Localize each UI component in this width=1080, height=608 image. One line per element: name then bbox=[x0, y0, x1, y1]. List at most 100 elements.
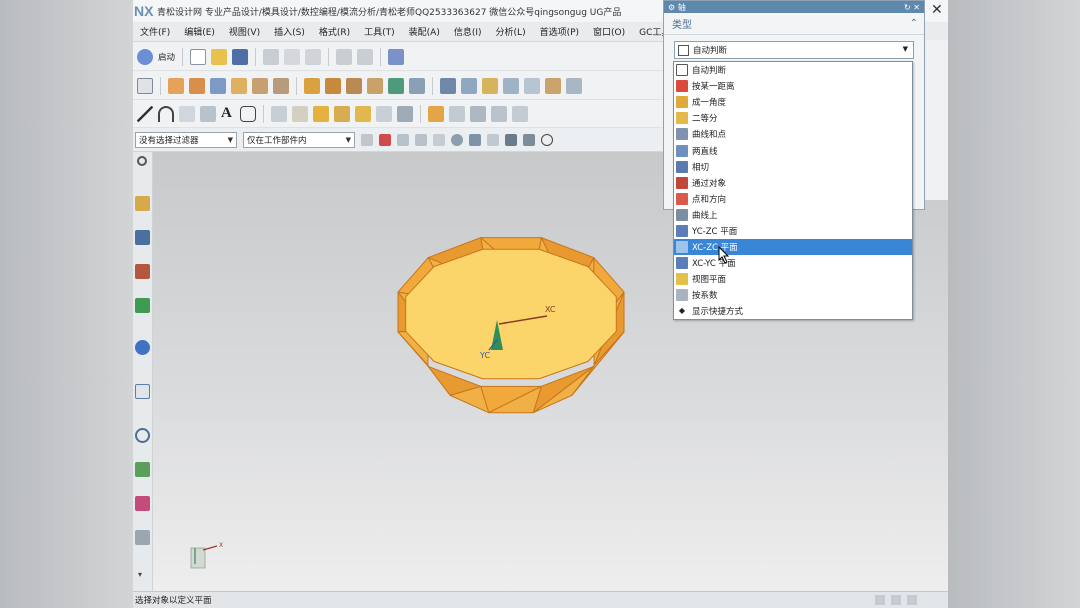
constraint-navigator-icon[interactable] bbox=[135, 230, 150, 245]
edge-blend-icon[interactable] bbox=[440, 77, 456, 94]
menu-window[interactable]: 窗口(O) bbox=[586, 25, 632, 38]
option-view-plane[interactable]: 视图平面 bbox=[674, 271, 912, 287]
assembly-navigator-icon[interactable] bbox=[135, 196, 150, 211]
option-at-angle[interactable]: 成一角度 bbox=[674, 94, 912, 110]
curve-rule-icon[interactable] bbox=[397, 133, 409, 146]
intersect-icon[interactable] bbox=[367, 77, 383, 94]
menu-tools[interactable]: 工具(T) bbox=[357, 25, 402, 38]
menu-edit[interactable]: 编辑(E) bbox=[177, 25, 222, 38]
sketch-icon[interactable] bbox=[137, 77, 153, 94]
rectangle-icon[interactable] bbox=[271, 105, 287, 122]
polygon-bowl-model[interactable] bbox=[397, 237, 625, 414]
copy-icon[interactable] bbox=[284, 48, 301, 65]
polygon-icon[interactable] bbox=[240, 105, 256, 122]
option-xc-yc-plane[interactable]: XC-YC 平面 bbox=[674, 255, 912, 271]
subtract-icon[interactable] bbox=[346, 77, 362, 94]
split-body-icon[interactable] bbox=[409, 77, 425, 94]
datum-plane-icon[interactable] bbox=[304, 77, 320, 94]
text-icon[interactable]: A bbox=[221, 105, 235, 122]
command-finder-icon[interactable] bbox=[388, 48, 405, 65]
open-folder-icon[interactable] bbox=[211, 48, 228, 65]
clock-icon[interactable] bbox=[135, 428, 150, 443]
menu-information[interactable]: 信息(I) bbox=[447, 25, 489, 38]
dialog-close-icon[interactable]: ✕ bbox=[913, 3, 920, 12]
bridge-curve-icon[interactable] bbox=[376, 105, 392, 122]
offset-face-icon[interactable] bbox=[566, 77, 582, 94]
undo-icon[interactable] bbox=[336, 48, 353, 65]
extend-curve-icon[interactable] bbox=[512, 105, 528, 122]
menu-analysis[interactable]: 分析(L) bbox=[489, 25, 533, 38]
option-bisector[interactable]: 二等分 bbox=[674, 110, 912, 126]
option-curves-and-points[interactable]: 曲线和点 bbox=[674, 126, 912, 142]
option-by-coefficients[interactable]: 按系数 bbox=[674, 287, 912, 303]
spline-icon[interactable] bbox=[179, 105, 195, 122]
resource-settings-icon[interactable] bbox=[137, 156, 147, 166]
fillet-curve-icon[interactable] bbox=[491, 105, 507, 122]
feature-select-icon[interactable] bbox=[379, 133, 391, 146]
web-browser-icon[interactable] bbox=[135, 340, 150, 355]
point-icon[interactable] bbox=[200, 105, 216, 122]
dialog-gear-icon[interactable]: ⚙ 轴 bbox=[668, 2, 686, 13]
start-label[interactable]: 启动 bbox=[158, 51, 175, 63]
window-close-icon[interactable]: ✕ bbox=[931, 2, 943, 18]
draft-icon[interactable] bbox=[503, 77, 519, 94]
sphere-select-icon[interactable] bbox=[451, 133, 463, 146]
solid-select-icon[interactable] bbox=[469, 133, 481, 146]
divide-curve-icon[interactable] bbox=[470, 105, 486, 122]
pattern-icon[interactable] bbox=[524, 77, 540, 94]
menu-assembly[interactable]: 装配(A) bbox=[402, 25, 447, 38]
offset-curve-icon[interactable] bbox=[334, 105, 350, 122]
cut-icon[interactable] bbox=[263, 48, 280, 65]
scroll-down-icon[interactable]: ▾ bbox=[138, 570, 142, 579]
part-navigator-icon[interactable] bbox=[135, 264, 150, 279]
redo-icon[interactable] bbox=[357, 48, 374, 65]
menu-preferences[interactable]: 首选项(P) bbox=[533, 25, 586, 38]
center-point-icon[interactable] bbox=[541, 133, 553, 146]
face-rule-icon[interactable] bbox=[415, 133, 427, 146]
history-icon[interactable] bbox=[135, 384, 150, 399]
extrude-icon[interactable] bbox=[168, 77, 184, 94]
option-two-lines[interactable]: 两直线 bbox=[674, 142, 912, 158]
new-file-icon[interactable] bbox=[190, 48, 207, 65]
snap-point-icon[interactable] bbox=[487, 133, 499, 146]
reset-filter-icon[interactable] bbox=[361, 133, 373, 146]
through-curves-icon[interactable] bbox=[428, 105, 444, 122]
axis-type-select[interactable]: 自动判断 ▼ bbox=[674, 41, 914, 59]
type-filter-select[interactable]: 没有选择过滤器 ▼ bbox=[135, 131, 237, 148]
end-point-icon[interactable] bbox=[505, 133, 517, 146]
trim-body-icon[interactable] bbox=[388, 77, 404, 94]
ellipse-icon[interactable] bbox=[292, 105, 308, 122]
menu-insert[interactable]: 插入(S) bbox=[267, 25, 312, 38]
save-icon[interactable] bbox=[232, 48, 249, 65]
select-box-icon[interactable] bbox=[433, 133, 445, 146]
option-yc-zc-plane[interactable]: YC-ZC 平面 bbox=[674, 223, 912, 239]
dialog-reset-icon[interactable]: ↻ bbox=[904, 3, 911, 12]
type-section-header[interactable]: 类型 ⌃ bbox=[664, 13, 924, 35]
system-materials-icon[interactable] bbox=[135, 462, 150, 477]
option-tangent[interactable]: 相切 bbox=[674, 159, 912, 175]
unite-icon[interactable] bbox=[325, 77, 341, 94]
helix-icon[interactable] bbox=[313, 105, 329, 122]
trim-curve-icon[interactable] bbox=[449, 105, 465, 122]
shell-icon[interactable] bbox=[482, 77, 498, 94]
revolve-icon[interactable] bbox=[189, 77, 205, 94]
option-xc-zc-plane[interactable]: XC-ZC 平面 bbox=[674, 239, 912, 256]
menu-view[interactable]: 视图(V) bbox=[222, 25, 267, 38]
menu-format[interactable]: 格式(R) bbox=[312, 25, 357, 38]
arc-icon[interactable] bbox=[158, 105, 174, 122]
start-icon[interactable] bbox=[137, 48, 153, 65]
collapse-icon[interactable]: ⌃ bbox=[910, 18, 918, 29]
chamfer-icon[interactable] bbox=[461, 77, 477, 94]
line-icon[interactable] bbox=[137, 105, 153, 122]
menu-file[interactable]: 文件(F) bbox=[133, 25, 177, 38]
mid-point-icon[interactable] bbox=[523, 133, 535, 146]
process-studio-icon[interactable] bbox=[135, 496, 150, 511]
option-show-shortcuts[interactable]: ◆ 显示快捷方式 bbox=[674, 303, 912, 319]
option-inferred[interactable]: 自动判断 bbox=[674, 62, 912, 78]
block-icon[interactable] bbox=[210, 77, 226, 94]
hole-icon[interactable] bbox=[231, 77, 247, 94]
reuse-library-icon[interactable] bbox=[135, 298, 150, 313]
option-through-object[interactable]: 通过对象 bbox=[674, 175, 912, 191]
boss-icon[interactable] bbox=[252, 77, 268, 94]
selection-scope-select[interactable]: 仅在工作部件内 ▼ bbox=[243, 131, 355, 148]
